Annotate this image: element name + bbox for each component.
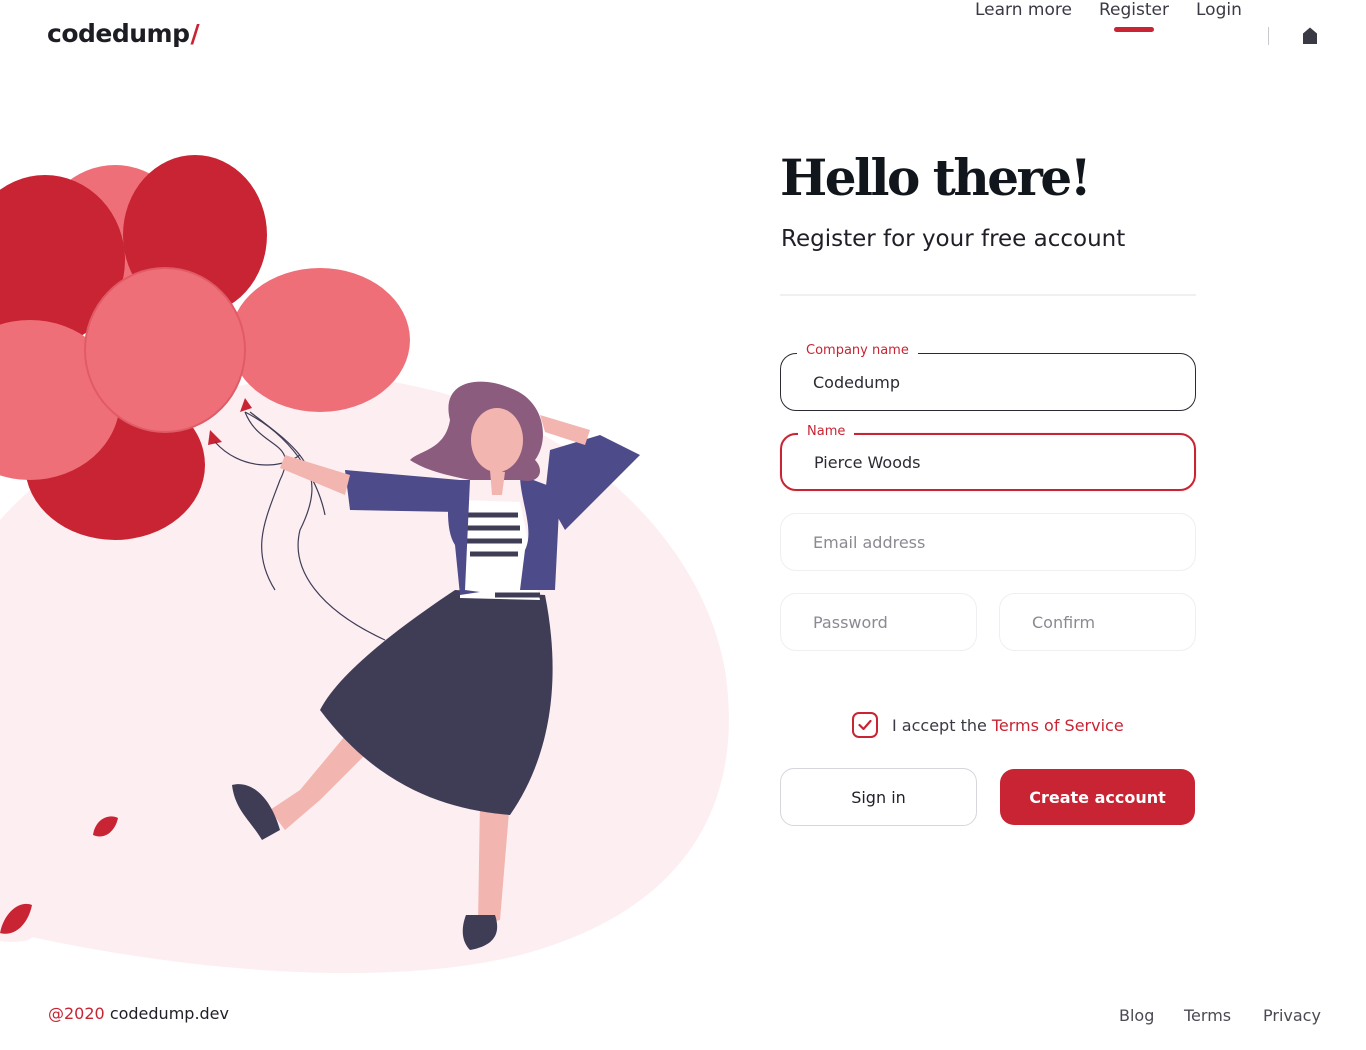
footer-link-terms[interactable]: Terms (1184, 1006, 1231, 1025)
logo-text: codedump (47, 19, 190, 48)
terms-checkbox[interactable] (852, 712, 878, 738)
create-account-button[interactable]: Create account (1000, 769, 1195, 825)
email-input[interactable] (813, 514, 1179, 570)
terms-row: I accept the Terms of Service (852, 712, 1124, 738)
password-input[interactable] (813, 594, 960, 650)
company-name-field[interactable]: Company name (780, 343, 1196, 411)
logo[interactable]: codedump/ (47, 19, 200, 48)
nav-register[interactable]: Register (1099, 0, 1169, 20)
company-name-input[interactable] (813, 354, 1179, 410)
confirm-field[interactable] (999, 593, 1196, 651)
terms-of-service-link[interactable]: Terms of Service (992, 716, 1124, 735)
home-icon[interactable] (1300, 26, 1320, 46)
copyright-year: @2020 (48, 1004, 105, 1023)
name-input[interactable] (814, 435, 1178, 489)
logo-slash: / (190, 19, 200, 48)
footer-link-blog[interactable]: Blog (1119, 1006, 1154, 1025)
nav-learn-more[interactable]: Learn more (975, 0, 1072, 20)
copyright: @2020 codedump.dev (48, 1004, 229, 1023)
nav-login[interactable]: Login (1196, 0, 1242, 20)
email-field[interactable] (780, 513, 1196, 571)
page-title: Hello there! (780, 148, 1092, 207)
checkmark-icon (858, 719, 872, 731)
terms-text: I accept the Terms of Service (892, 716, 1124, 735)
page-subtitle: Register for your free account (781, 226, 1126, 252)
copyright-domain: codedump.dev (109, 1004, 229, 1023)
confirm-input[interactable] (1032, 594, 1179, 650)
sign-in-button[interactable]: Sign in (780, 768, 977, 826)
terms-prefix: I accept the (892, 715, 987, 735)
name-field[interactable]: Name (780, 424, 1196, 491)
nav-divider (1268, 27, 1269, 45)
password-field[interactable] (780, 593, 977, 651)
woman-with-balloons-illustration (0, 155, 729, 974)
footer-link-privacy[interactable]: Privacy (1263, 1006, 1321, 1025)
divider (780, 294, 1196, 296)
